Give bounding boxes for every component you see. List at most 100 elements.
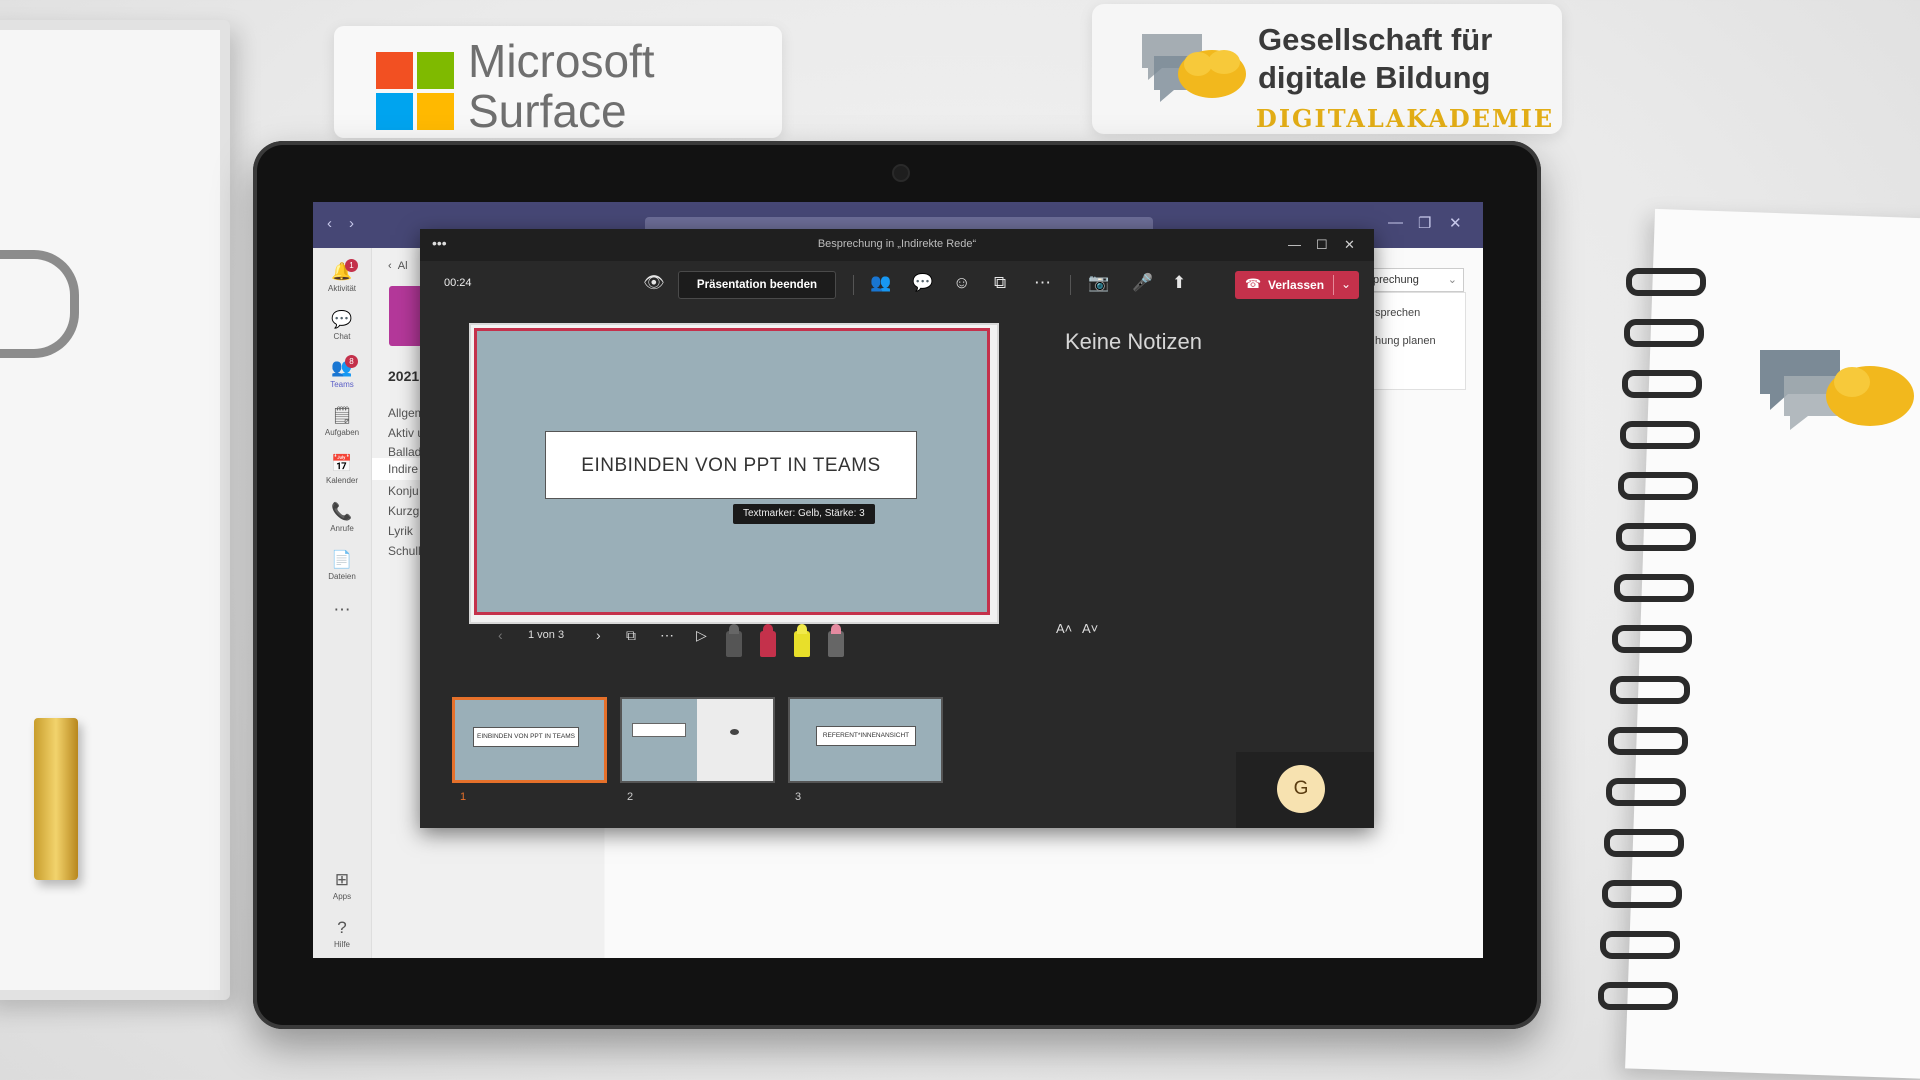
- teams-restore-icon[interactable]: ❐: [1418, 214, 1431, 232]
- surface-text: Surface: [468, 85, 627, 137]
- microsoft-text: Microsoft: [468, 35, 655, 87]
- slide-counter: 1 von 3: [528, 629, 565, 641]
- channel-item-active[interactable]: Indire: [388, 462, 418, 476]
- rail-label: Hilfe: [333, 940, 350, 949]
- rail-help[interactable]: ? Hilfe: [313, 918, 371, 949]
- font-decrease-button[interactable]: A˅: [1082, 621, 1098, 636]
- thumbnail-title: REFERENT*INNENANSICHT: [816, 726, 916, 746]
- camera-off-icon[interactable]: 📷: [1088, 273, 1109, 293]
- meeting-title-bar: ••• Besprechung in „Indirekte Rede“ — ☐ …: [420, 229, 1374, 261]
- chevron-down-icon[interactable]: ⌄: [1341, 277, 1351, 291]
- join-button-label: prechung: [1373, 274, 1419, 286]
- thumbnail-number: 3: [795, 791, 802, 803]
- eye-icon: [730, 729, 739, 735]
- thumbnail-right-panel: [697, 699, 773, 781]
- rail-calls[interactable]: 📞 Anrufe: [313, 502, 371, 533]
- pen-red-icon[interactable]: [760, 624, 776, 657]
- slide-more-icon[interactable]: ⋯: [660, 627, 674, 644]
- files-icon: 📄: [331, 550, 353, 569]
- meeting-window-title: Besprechung in „Indirekte Rede“: [817, 238, 977, 250]
- teams-minimize-icon[interactable]: —: [1388, 214, 1403, 231]
- rail-more[interactable]: ⋯: [313, 600, 371, 620]
- gdb-subtitle: DIGITALAKADEMIE: [1256, 104, 1555, 133]
- channel-item[interactable]: Ballad: [388, 445, 421, 459]
- reactions-icon[interactable]: ☺: [953, 273, 970, 293]
- end-presentation-button[interactable]: Präsentation beenden: [678, 271, 836, 299]
- teams-icon: 👥: [331, 358, 353, 377]
- meeting-timer: 00:24: [444, 277, 472, 289]
- channel-item[interactable]: Kurzg: [388, 504, 419, 518]
- eye-icon[interactable]: 👁: [643, 273, 665, 293]
- phone-icon: 📞: [331, 502, 353, 521]
- meeting-toolbar: 00:24 👁 Präsentation beenden 👥 💬 ☺ ⧉ ⋯ 📷…: [420, 261, 1374, 307]
- leave-button[interactable]: ☎ Verlassen ⌄: [1235, 271, 1359, 299]
- rail-tasks[interactable]: 🗒 Aufgaben: [313, 406, 371, 437]
- breakout-rooms-icon[interactable]: ⧉: [994, 273, 1006, 293]
- rail-label: Teams: [330, 380, 354, 389]
- participant-tile: G: [1236, 752, 1374, 828]
- slide-overview-icon[interactable]: ⧉: [626, 627, 636, 644]
- channel-item[interactable]: Lyrik: [388, 524, 413, 538]
- current-slide[interactable]: EINBINDEN VON PPT IN TEAMS: [474, 328, 990, 615]
- teams-close-icon[interactable]: ✕: [1449, 214, 1462, 232]
- microsoft-logo: [376, 52, 454, 130]
- rail-label: Aufgaben: [324, 428, 360, 437]
- tablet-camera: [892, 164, 910, 182]
- speaker-notes: Keine Notizen: [1065, 329, 1202, 354]
- microphone-icon[interactable]: 🎤: [1132, 273, 1153, 293]
- leave-label: Verlassen: [1268, 278, 1325, 292]
- participants-icon[interactable]: 👥: [870, 273, 891, 293]
- share-screen-icon[interactable]: ⬆: [1172, 273, 1186, 293]
- minimize-icon[interactable]: —: [1288, 237, 1301, 252]
- slide-thumbnail-2[interactable]: [620, 697, 775, 783]
- forward-arrow-icon[interactable]: ›: [349, 215, 354, 232]
- dropdown-item[interactable]: hung planen: [1375, 335, 1436, 347]
- gdb-title-line1: Gesellschaft für: [1258, 22, 1493, 57]
- back-to-all-teams[interactable]: ‹ Al: [388, 260, 408, 272]
- rail-label: Anrufe: [330, 524, 354, 533]
- slide-thumbnail-1[interactable]: EINBINDEN VON PPT IN TEAMS: [452, 697, 607, 783]
- microsoft-surface-text: Microsoft Surface: [468, 36, 655, 136]
- teams-app-rail: 🔔 Aktivität 1 💬 Chat 👥 Teams 8 🗒 Aufgabe…: [313, 248, 372, 958]
- chat-icon[interactable]: 💬: [912, 273, 933, 293]
- next-slide-icon[interactable]: ›: [596, 627, 601, 643]
- font-increase-button[interactable]: A˄: [1056, 621, 1072, 636]
- slide-stage: EINBINDEN VON PPT IN TEAMS: [469, 323, 999, 624]
- gdb-title-line2: digitale Bildung: [1258, 60, 1491, 95]
- participant-avatar[interactable]: G: [1277, 765, 1325, 813]
- rail-label: Kalender: [325, 476, 359, 485]
- rail-chat[interactable]: 💬 Chat: [313, 310, 371, 341]
- tasks-icon: 🗒: [331, 406, 353, 425]
- meeting-dropdown: sprechen hung planen: [1368, 292, 1466, 390]
- dropdown-item[interactable]: sprechen: [1375, 307, 1420, 319]
- channel-item[interactable]: Konju: [388, 484, 419, 498]
- back-label: Al: [397, 260, 408, 272]
- phone-hangup-icon: ☎: [1245, 276, 1262, 291]
- channel-item[interactable]: Schull: [388, 544, 421, 558]
- gold-bar: [34, 718, 78, 880]
- more-actions-icon[interactable]: ⋯: [1034, 273, 1051, 293]
- rail-activity[interactable]: 🔔 Aktivität 1: [313, 259, 371, 293]
- back-arrow-icon[interactable]: ‹: [327, 215, 332, 232]
- maximize-icon[interactable]: ☐: [1316, 237, 1328, 253]
- eraser-icon[interactable]: [828, 624, 844, 657]
- rail-files[interactable]: 📄 Dateien: [313, 550, 371, 581]
- highlighter-tooltip: Textmarker: Gelb, Stärke: 3: [733, 504, 875, 524]
- prev-slide-icon[interactable]: ‹: [498, 627, 503, 643]
- rail-apps[interactable]: ⊞ Apps: [313, 870, 371, 901]
- calendar-icon: 📅: [331, 454, 353, 473]
- close-icon[interactable]: ✕: [1344, 237, 1355, 253]
- binder-clip: [0, 250, 79, 358]
- rail-teams[interactable]: 👥 Teams 8: [313, 355, 371, 389]
- activity-badge: 1: [345, 259, 358, 272]
- join-meeting-button[interactable]: prechung ⌄: [1368, 268, 1464, 292]
- channel-item[interactable]: Aktiv u: [388, 426, 424, 440]
- pointer-icon[interactable]: ▷: [696, 627, 707, 644]
- slide-thumbnail-3[interactable]: REFERENT*INNENANSICHT: [788, 697, 943, 783]
- bell-icon: 🔔: [331, 262, 353, 281]
- chevron-down-icon: ⌄: [1447, 274, 1457, 286]
- rail-label: Apps: [332, 892, 352, 901]
- rail-calendar[interactable]: 📅 Kalender: [313, 454, 371, 485]
- highlighter-yellow-icon[interactable]: [794, 624, 810, 657]
- pen-gray-icon[interactable]: [726, 624, 742, 657]
